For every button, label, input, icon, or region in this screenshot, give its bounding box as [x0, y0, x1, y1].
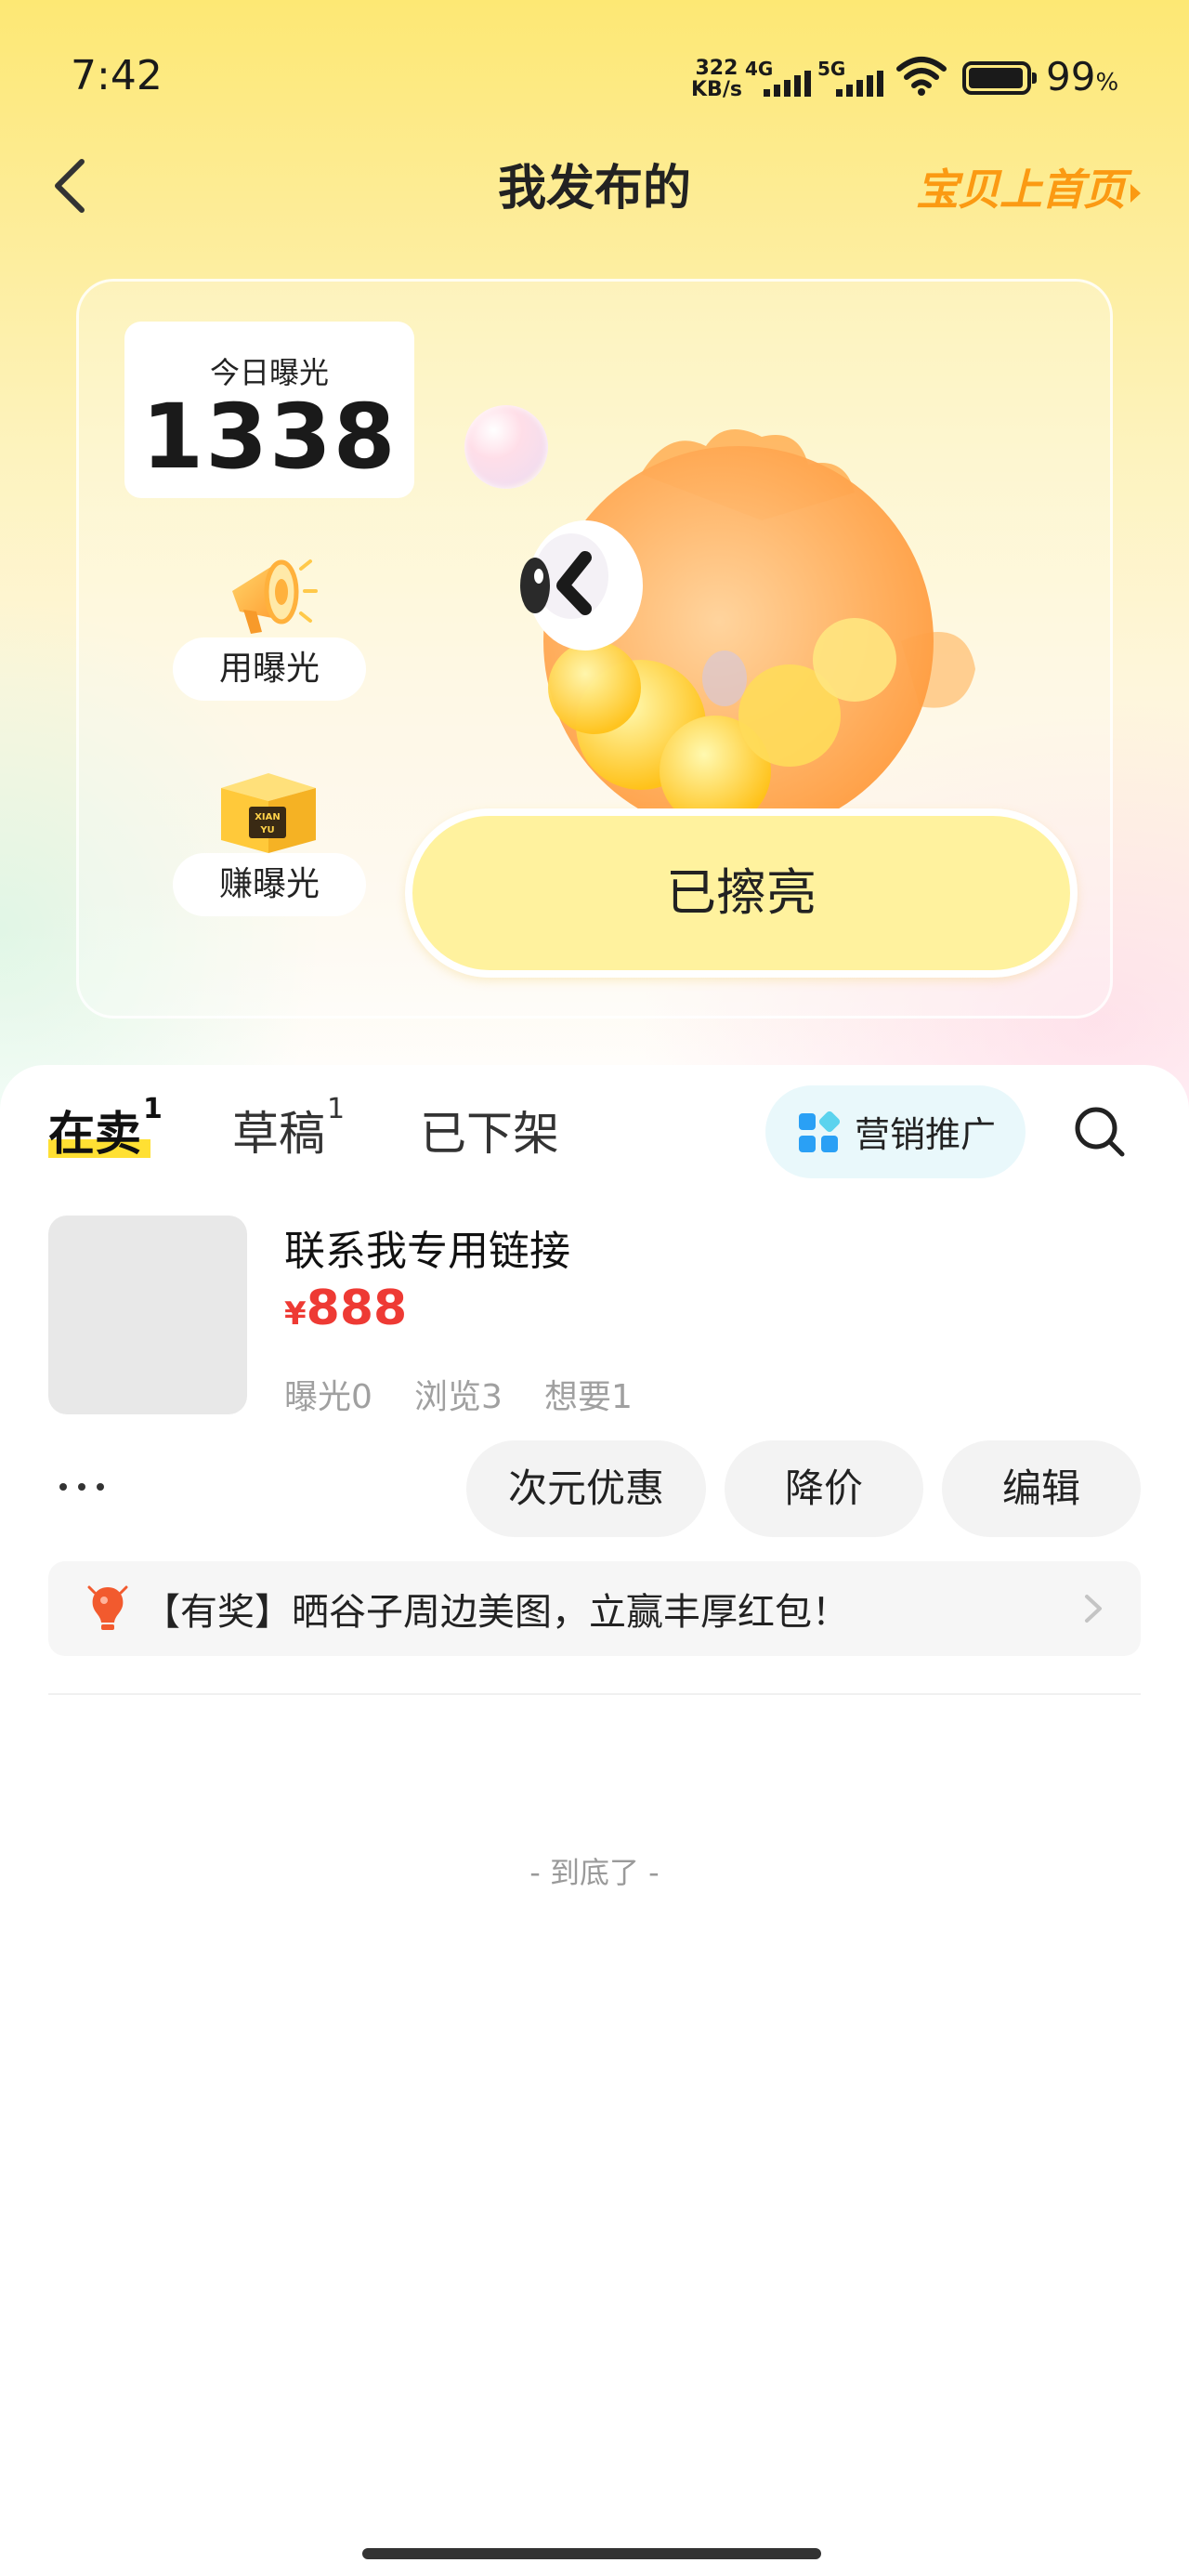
chevron-right-icon	[1085, 1595, 1102, 1623]
megaphone-icon[interactable]	[219, 545, 321, 647]
tab-on-sale[interactable]: 在卖1	[48, 1093, 163, 1163]
fish-mascot-illustration	[520, 429, 975, 818]
polish-button[interactable]: 已擦亮	[405, 808, 1078, 978]
item-stat-views: 浏览3	[414, 1378, 503, 1416]
wifi-icon	[896, 57, 947, 96]
reduce-price-button[interactable]: 降价	[725, 1440, 923, 1537]
network-speed-unit: KB/s	[691, 78, 742, 101]
more-dots-icon[interactable]	[56, 1478, 111, 1496]
network-speed-value: 322	[695, 57, 738, 80]
edit-button[interactable]: 编辑	[942, 1440, 1141, 1537]
item-stat-wants: 想要1	[544, 1378, 633, 1416]
earn-exposure-button[interactable]: 赚曝光	[173, 853, 366, 916]
item-price: ¥888	[284, 1281, 408, 1336]
signal-5g: 5G	[817, 58, 888, 97]
box-icon[interactable]: XIAN YU	[216, 768, 321, 857]
item-stat-exposure: 曝光0	[284, 1378, 372, 1416]
today-exposure-value: 1338	[141, 385, 398, 489]
signal-icon	[764, 71, 811, 97]
today-exposure-box: 今日曝光 1338	[124, 322, 414, 498]
battery-icon	[962, 61, 1037, 95]
item-thumbnail[interactable]	[48, 1216, 247, 1414]
dimension-discount-button[interactable]: 次元优惠	[466, 1440, 706, 1537]
divider	[48, 1693, 1141, 1695]
item-title[interactable]: 联系我专用链接	[284, 1217, 570, 1277]
search-icon[interactable]	[1070, 1102, 1130, 1162]
home-indicator[interactable]	[362, 2548, 821, 2559]
network-speed: 322 KB/s	[691, 58, 742, 100]
grid-apps-icon	[799, 1111, 840, 1152]
home-promo-link[interactable]: 宝贝上首页	[916, 156, 1141, 217]
chevron-right-icon	[1130, 183, 1141, 203]
end-of-list-text: - 到底了 -	[529, 1855, 660, 1890]
reward-banner-text: 【有奖】晒谷子周边美图，立赢丰厚红包！	[143, 1591, 849, 1634]
marketing-promo-label: 营销推广	[855, 1114, 997, 1155]
status-time: 7:42	[71, 52, 163, 99]
signal-icon	[836, 71, 883, 97]
status-bar: 7:42 322 KB/s 4G 5G 99%	[0, 0, 1189, 158]
svg-text:YU: YU	[259, 825, 274, 835]
tab-delisted[interactable]: 已下架	[420, 1097, 559, 1163]
battery-percent: 99%	[1046, 54, 1119, 99]
bulb-icon	[87, 1585, 128, 1630]
use-exposure-button[interactable]: 用曝光	[173, 637, 366, 701]
svg-text:XIAN: XIAN	[255, 812, 281, 822]
tab-drafts[interactable]: 草稿1	[232, 1093, 345, 1163]
signal-4g: 4G	[745, 58, 816, 97]
